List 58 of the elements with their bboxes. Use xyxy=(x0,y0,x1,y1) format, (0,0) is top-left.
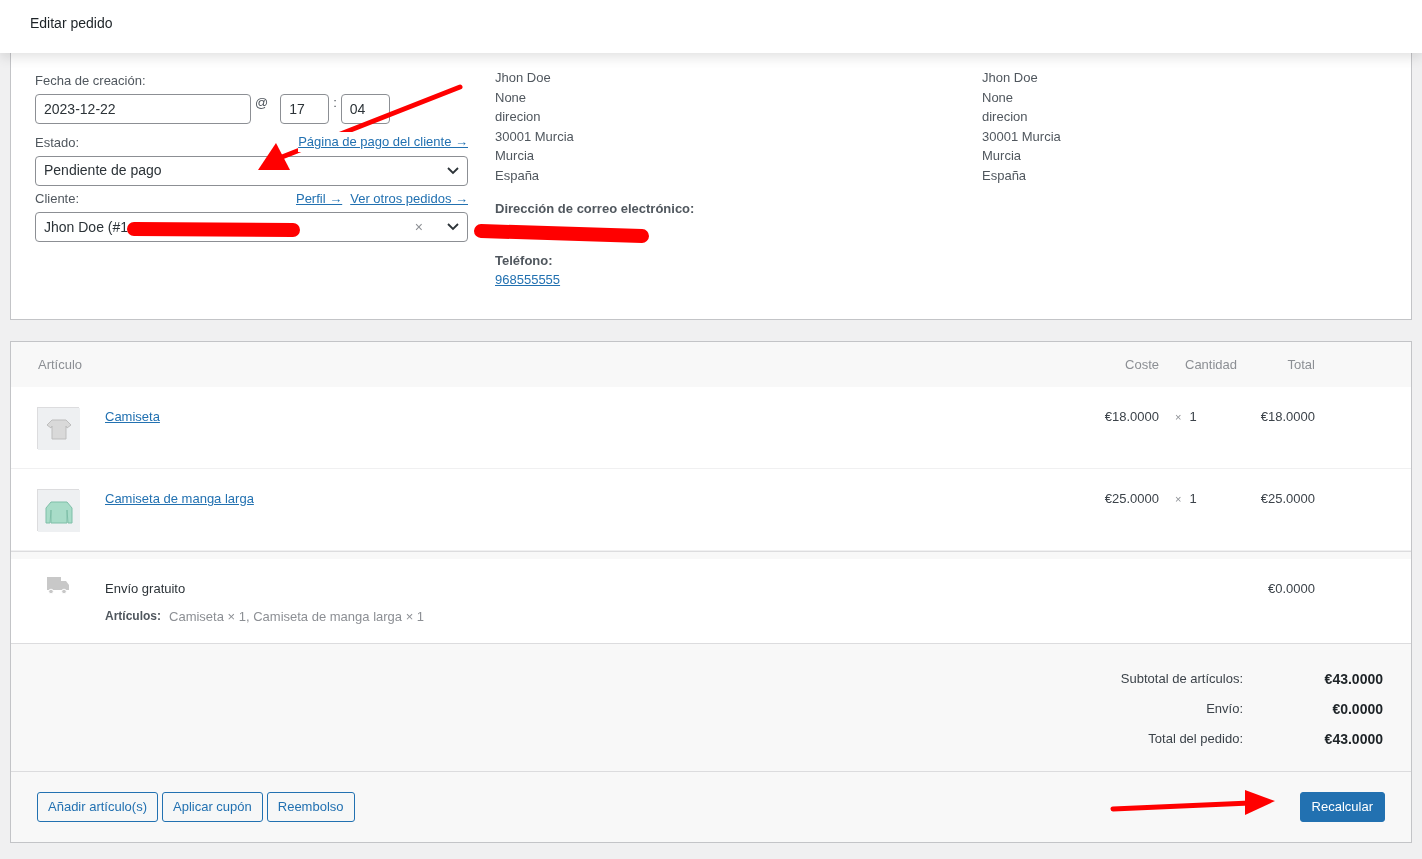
address-line: Murcia xyxy=(982,147,1022,165)
multiply-sign: × xyxy=(1175,493,1182,505)
field-label: Dirección de correo electrónico: xyxy=(495,200,696,218)
page-title: Editar pedido xyxy=(30,15,114,32)
address-line: None xyxy=(495,88,528,107)
address-line: None xyxy=(982,88,1015,107)
action-button[interactable]: Reembolso xyxy=(266,792,355,822)
total-value: €0.0000 xyxy=(1331,699,1383,719)
phone-link[interactable]: 968555555 xyxy=(495,272,561,287)
field-label: Cliente: xyxy=(35,190,80,208)
column-header: Total xyxy=(1286,355,1315,374)
clear-button[interactable]: × xyxy=(414,216,423,238)
table-cell-text: €25.0000 xyxy=(1103,490,1159,508)
truck-icon xyxy=(47,577,69,595)
product-link[interactable]: Camiseta de manga larga xyxy=(105,491,254,506)
address-line: España xyxy=(982,166,1028,185)
multiply-sign: × xyxy=(1175,411,1182,423)
action-button[interactable]: Aplicar cupón xyxy=(162,792,263,822)
total-label: Subtotal de artículos: xyxy=(1119,670,1243,689)
table-cell-text: €18.0000 xyxy=(1103,408,1159,426)
items-summary: Camiseta × 1, Camiseta de manga larga × 1 xyxy=(169,607,425,626)
column-header: Artículo xyxy=(37,355,84,374)
table-cell-text: €18.0000 xyxy=(1259,408,1315,426)
address-line: Jhon Doe xyxy=(982,69,1039,87)
total-label: Envío: xyxy=(1205,700,1243,719)
table-cell-text: €25.0000 xyxy=(1259,490,1315,508)
address-line: Murcia xyxy=(495,147,535,165)
chevron-down-icon xyxy=(447,166,459,175)
address-line: 30001 Murcia xyxy=(982,127,1062,146)
recalculate-button[interactable]: Recalcular xyxy=(1299,792,1385,822)
total-value: €43.0000 xyxy=(1323,669,1383,689)
action-button[interactable]: Añadir artículo(s) xyxy=(37,792,158,822)
minute-field[interactable]: 04 xyxy=(340,94,390,124)
address-line: direcion xyxy=(982,108,1029,126)
table-cell-text: €0.0000 xyxy=(1267,580,1315,598)
quantity-text: 1 xyxy=(1189,409,1197,424)
items-label: Artículos: xyxy=(105,607,161,625)
address-line: direcion xyxy=(495,108,542,126)
at-sign: @ xyxy=(255,94,269,112)
column-header: Coste xyxy=(1124,355,1159,374)
status-select[interactable]: Pendiente de pago xyxy=(35,155,468,186)
field-label: Teléfono: xyxy=(495,251,554,270)
chevron-down-icon xyxy=(447,223,459,231)
shipping-method: Envío gratuito xyxy=(105,580,187,598)
total-label: Total del pedido: xyxy=(1147,730,1243,749)
address-line: 30001 Murcia xyxy=(495,127,575,146)
field-label: Estado: xyxy=(35,133,80,152)
quantity-text: 1 xyxy=(1189,491,1197,506)
product-link[interactable]: Camiseta xyxy=(105,409,160,424)
link[interactable]: Página de pago del cliente → xyxy=(298,132,468,152)
column-header: Cantidad xyxy=(1184,355,1237,374)
time-separator: : xyxy=(333,94,337,112)
address-line: España xyxy=(495,166,541,185)
total-value: €43.0000 xyxy=(1323,729,1383,749)
address-line: Jhon Doe xyxy=(495,69,552,87)
hour-field[interactable]: 17 xyxy=(280,94,330,124)
date-field[interactable]: 2023-12-22 xyxy=(35,94,251,124)
field-label: Fecha de creación: xyxy=(35,72,147,90)
